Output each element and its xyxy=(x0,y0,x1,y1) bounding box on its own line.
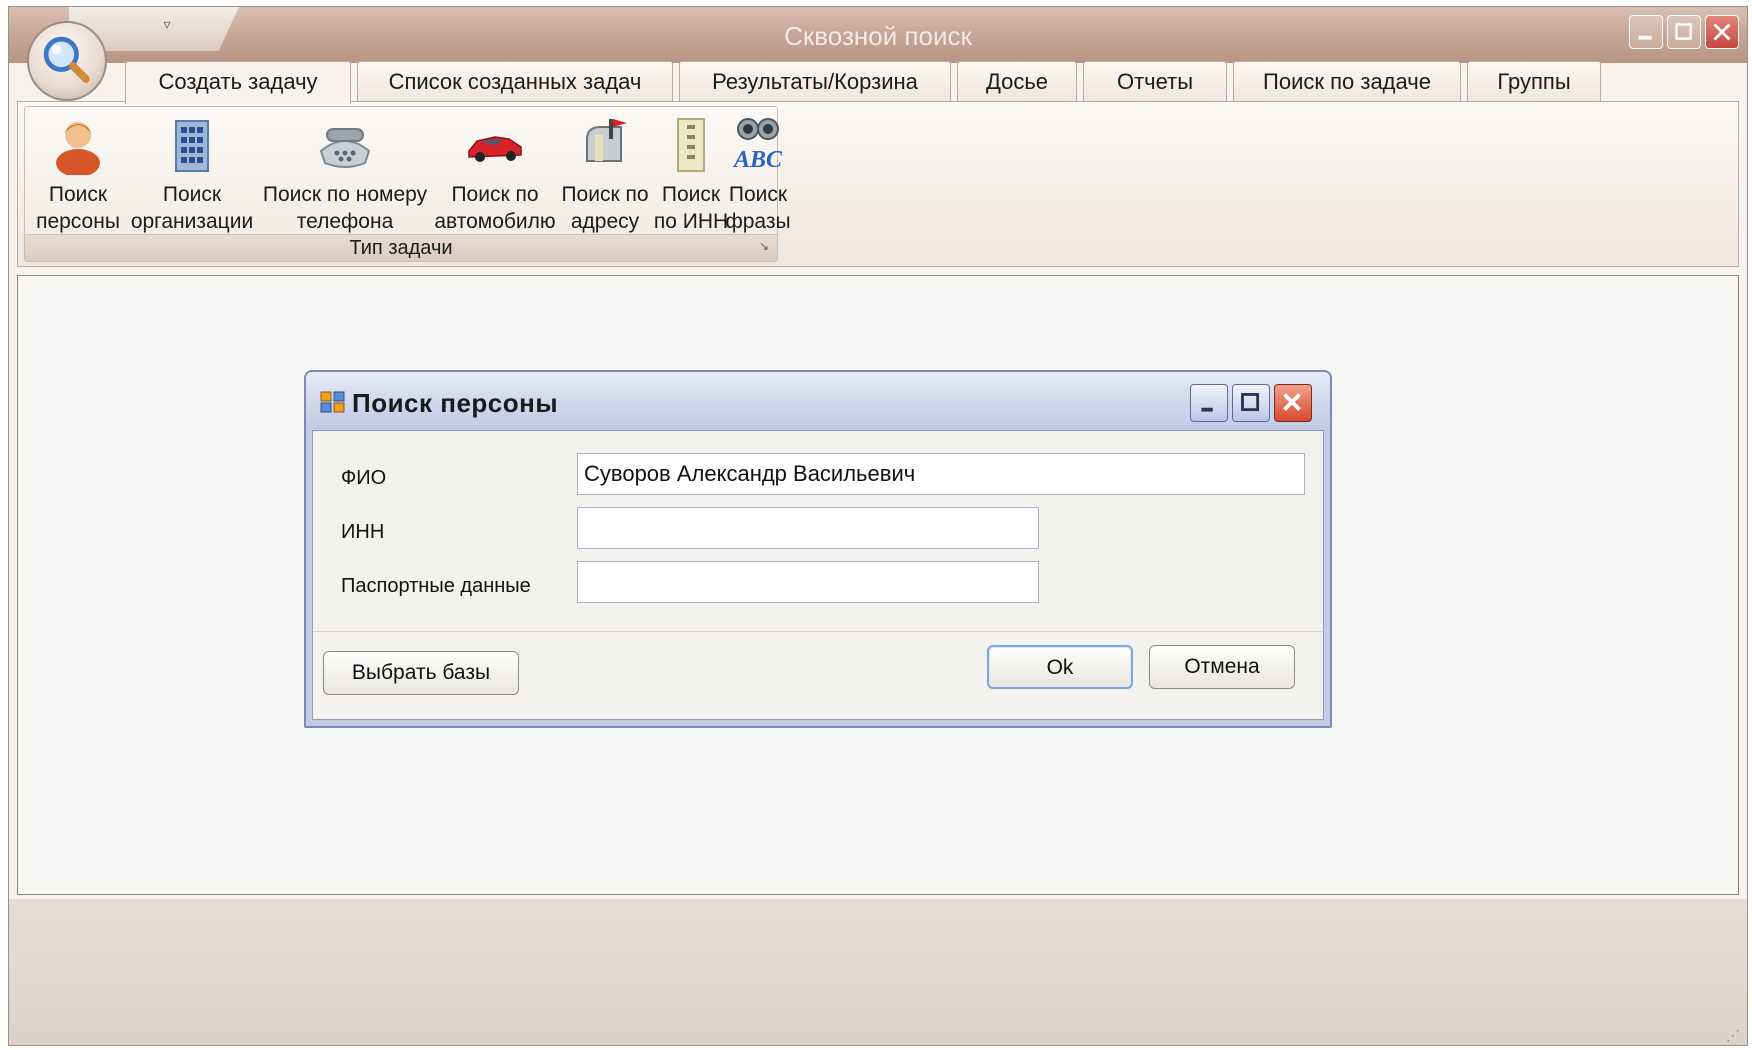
search-inn-label: Поиск по ИНН xyxy=(653,183,729,233)
document-scroll-icon xyxy=(677,118,705,172)
search-phone-button[interactable]: Поиск по номеру телефона xyxy=(257,111,433,237)
tab-dossier[interactable]: Досье xyxy=(957,61,1077,101)
dialog-title: Поиск персоны xyxy=(352,388,559,418)
minimize-button[interactable] xyxy=(1629,15,1663,49)
close-icon xyxy=(1713,23,1731,41)
building-icon xyxy=(175,120,209,172)
dialog-maximize-button[interactable] xyxy=(1232,384,1270,422)
dialog-title-bar[interactable]: Поиск персоны xyxy=(306,372,1330,430)
search-phrase-button[interactable]: ABC Поиск фразы xyxy=(725,111,791,237)
search-car-button[interactable]: Поиск по автомобилю xyxy=(433,111,557,237)
dialog-separator xyxy=(313,631,1323,632)
search-inn-button[interactable]: Поиск по ИНН xyxy=(653,111,729,237)
search-organization-label: Поиск организации xyxy=(130,183,254,233)
minimize-icon xyxy=(1201,407,1213,412)
search-phrase-label: Поиск фразы xyxy=(725,183,791,233)
maximize-button[interactable] xyxy=(1667,15,1701,49)
binoculars-abc-icon: ABC xyxy=(732,118,783,173)
search-person-button[interactable]: Поиск персоны xyxy=(29,111,127,237)
svg-text:ABC: ABC xyxy=(732,147,783,173)
minimize-icon xyxy=(1638,35,1652,40)
phone-icon xyxy=(319,128,371,168)
search-organization-button[interactable]: Поиск организации xyxy=(127,111,257,237)
close-icon xyxy=(1283,393,1301,411)
mailbox-icon xyxy=(586,119,627,162)
ok-button[interactable]: Ok xyxy=(987,645,1133,689)
dialog-body: ФИО ИНН Паспортные данные Выбрать базы O… xyxy=(312,430,1324,720)
app-menu-button[interactable] xyxy=(27,21,107,101)
dialog-launcher-icon[interactable]: ↘ xyxy=(759,239,769,253)
passport-input[interactable] xyxy=(577,561,1039,603)
dialog-app-icon xyxy=(320,391,345,413)
tab-task-list[interactable]: Список созданных задач xyxy=(357,61,673,101)
search-address-button[interactable]: Поиск по адресу xyxy=(557,111,653,237)
search-phone-label: Поиск по номеру телефона xyxy=(262,183,428,233)
search-address-label: Поиск по адресу xyxy=(561,183,649,233)
tab-reports[interactable]: Отчеты xyxy=(1083,61,1227,101)
passport-label: Паспортные данные xyxy=(341,575,531,597)
tab-groups[interactable]: Группы xyxy=(1467,61,1601,101)
ribbon-group-caption-bar: Тип задачи ↘ xyxy=(25,234,777,261)
magnifier-icon xyxy=(43,36,90,83)
resize-grip-icon[interactable]: ⋰ xyxy=(1726,1028,1740,1042)
title-bar: ▿ Сквозной поиск xyxy=(9,7,1747,63)
ribbon: Поиск персоны Поиск организации Поиск по… xyxy=(17,101,1739,267)
status-bar: ⋰ xyxy=(9,899,1747,1045)
ribbon-group-caption: Тип задачи xyxy=(349,237,453,259)
inn-label: ИНН xyxy=(341,521,385,543)
person-icon xyxy=(56,122,100,175)
car-icon xyxy=(468,136,522,162)
tab-create-task[interactable]: Создать задачу xyxy=(125,61,351,104)
tab-results-basket[interactable]: Результаты/Корзина xyxy=(679,61,951,101)
ribbon-tabs: Создать задачу Список созданных задач Ре… xyxy=(9,61,1747,104)
fio-input[interactable] xyxy=(577,453,1305,495)
maximize-icon xyxy=(1241,393,1260,412)
select-bases-button[interactable]: Выбрать базы xyxy=(323,651,519,695)
dialog-close-button[interactable] xyxy=(1274,384,1312,422)
inn-input[interactable] xyxy=(577,507,1039,549)
fio-label: ФИО xyxy=(341,467,387,489)
dialog-minimize-button[interactable] xyxy=(1190,384,1228,422)
window-title: Сквозной поиск xyxy=(784,21,972,51)
search-person-label: Поиск персоны xyxy=(36,183,120,233)
search-car-label: Поиск по автомобилю xyxy=(434,183,556,233)
tab-search-by-task[interactable]: Поиск по задаче xyxy=(1233,61,1461,101)
search-person-dialog: Поиск персоны ФИО ИНН Паспортные данные … xyxy=(304,370,1332,728)
close-button[interactable] xyxy=(1705,15,1739,49)
maximize-icon xyxy=(1675,23,1692,40)
cancel-button[interactable]: Отмена xyxy=(1149,645,1295,689)
ribbon-group-task-type: Поиск персоны Поиск организации Поиск по… xyxy=(24,106,791,262)
